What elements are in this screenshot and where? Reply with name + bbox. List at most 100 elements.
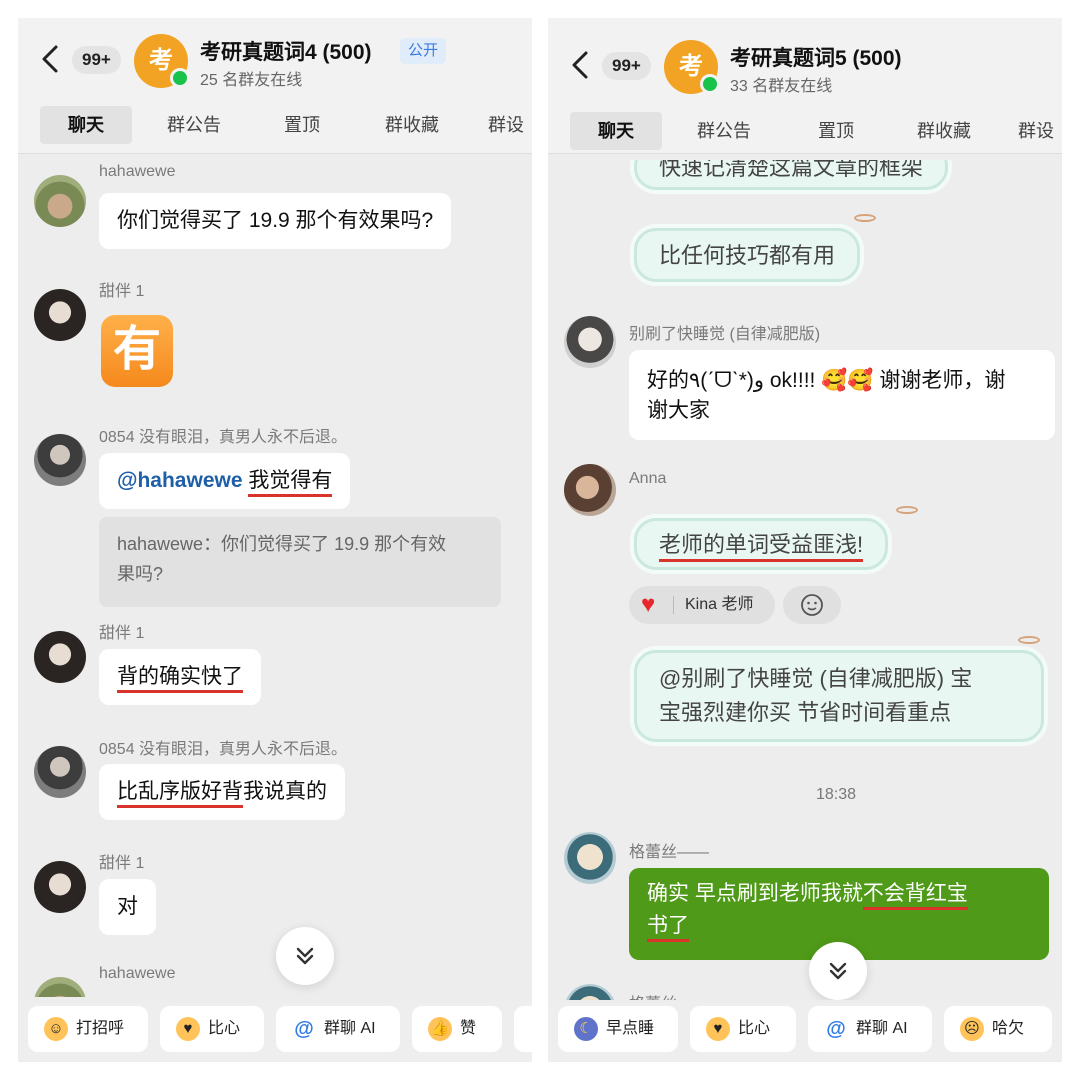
unread-badge[interactable]: 99+	[72, 46, 121, 74]
quick-reply-chip[interactable]: ♥ 比心	[160, 1006, 264, 1052]
chat-window-right: 99+ 考 考研真题词5 (500) 33 名群友在线 聊天 群公告 置顶 群收…	[548, 18, 1062, 1062]
thumbs-up-icon: 👍	[428, 1017, 452, 1041]
tab-settings[interactable]: 群设	[488, 106, 532, 144]
tab-bar: 聊天 群公告 置顶 群收藏 群设	[548, 108, 1062, 152]
tab-chat[interactable]: 聊天	[570, 112, 662, 150]
heart-hands-icon: ♥	[706, 1017, 730, 1041]
sender-name: 别刷了快睡觉 (自律减肥版)	[629, 326, 821, 343]
quick-reply-chip[interactable]: 👍 赞	[412, 1006, 502, 1052]
online-count: 33 名群友在线	[730, 78, 833, 95]
message-bubble[interactable]: 好的٩(ˊᗜˋ*)و ok!!!! 🥰🥰 谢谢老师，谢 谢大家	[629, 350, 1055, 440]
emoji-add-icon	[801, 594, 823, 616]
avatar[interactable]	[34, 175, 86, 227]
message-text: 好的٩(ˊᗜˋ*)و ok!!!! 🥰🥰 谢谢老师，谢	[647, 369, 1006, 392]
sender-name: 甜伴 1	[99, 283, 145, 300]
tab-pinned[interactable]: 置顶	[808, 112, 864, 150]
chip-label: 哈欠	[992, 1020, 1025, 1037]
sender-name: 格蕾丝——	[629, 844, 710, 861]
online-status-icon	[170, 68, 190, 88]
back-arrow-icon[interactable]	[568, 50, 592, 80]
scroll-down-icon	[829, 962, 847, 980]
sender-name: 甜伴 1	[99, 625, 145, 642]
chip-label: 比心	[738, 1020, 771, 1037]
group-title[interactable]: 考研真题词4 (500)	[200, 36, 372, 66]
unread-badge[interactable]: 99+	[602, 52, 651, 80]
avatar[interactable]	[34, 861, 86, 913]
avatar[interactable]	[34, 977, 86, 997]
wave-icon: ☺	[44, 1017, 68, 1041]
avatar[interactable]	[34, 289, 86, 341]
tab-bar: 聊天 群公告 置顶 群收藏 群设	[18, 102, 532, 146]
quick-reply-chip[interactable]: @ 群聊 AI	[808, 1006, 932, 1052]
add-reaction-button[interactable]	[783, 586, 841, 624]
tab-favorites[interactable]: 群收藏	[908, 112, 980, 150]
sender-name: hahawewe	[99, 965, 176, 982]
message-text: @别刷了快睡觉 (自律减肥版) 宝	[659, 666, 973, 691]
message-bubble[interactable]: 对	[99, 879, 156, 935]
decorated-message-bubble[interactable]: @别刷了快睡觉 (自律减肥版) 宝 宝强烈建你买 节省时间看重点	[634, 650, 1044, 742]
group-title[interactable]: 考研真题词5 (500)	[730, 42, 902, 72]
sender-name: 甜伴 1	[99, 855, 145, 872]
quick-reply-chip[interactable]: ☾ 早点睡	[558, 1006, 678, 1052]
sender-name: hahawewe	[99, 163, 176, 180]
chat-window-left: 99+ 考 考研真题词4 (500) 公开 25 名群友在线 聊天 群公告 置顶…	[18, 18, 532, 1062]
chat-header: 99+ 考 考研真题词4 (500) 公开 25 名群友在线 聊天 群公告 置顶…	[18, 18, 532, 154]
avatar[interactable]	[34, 746, 86, 798]
decorated-message-bubble[interactable]: 老师的单词受益匪浅!	[634, 518, 889, 570]
reaction-chip[interactable]: ♥ Kina 老师	[629, 586, 775, 624]
at-icon: @	[294, 1018, 314, 1040]
heart-icon: ♥	[641, 591, 656, 618]
decorated-message-bubble[interactable]: 比任何技巧都有用	[634, 228, 861, 282]
quick-reply-chip[interactable]: ☹ 哈欠	[944, 1006, 1052, 1052]
scroll-down-button[interactable]	[276, 927, 334, 985]
message-list[interactable]: hahawewe 你们觉得买了 19.9 那个有效果吗? 甜伴 1 有 0854…	[18, 155, 532, 997]
chip-label: 比心	[208, 1020, 241, 1037]
decorated-message-bubble[interactable]: 快速记清楚这篇文章的框架	[634, 160, 949, 190]
message-text: 确实 早点刷到老师我就	[647, 882, 863, 905]
message-bubble[interactable]: 你们觉得买了 19.9 那个有效果吗?	[99, 193, 452, 249]
message-text: 我说真的	[243, 780, 327, 803]
public-tag: 公开	[400, 38, 447, 64]
halo-icon	[854, 214, 876, 222]
quick-reply-chip[interactable]: ♥ 比心	[690, 1006, 796, 1052]
avatar[interactable]	[564, 832, 616, 884]
scroll-down-icon	[296, 947, 314, 965]
message-bubble[interactable]: 背的确实快了	[99, 649, 261, 705]
tab-pinned[interactable]: 置顶	[274, 106, 330, 144]
scroll-down-button[interactable]	[809, 942, 867, 1000]
tab-announcement[interactable]: 群公告	[688, 112, 760, 150]
avatar[interactable]	[564, 984, 616, 1000]
reaction-label: Kina 老师	[685, 596, 754, 613]
tab-favorites[interactable]: 群收藏	[376, 106, 448, 144]
message-list[interactable]: 快速记清楚这篇文章的框架 比任何技巧都有用 别刷了快睡觉 (自律减肥版) 好的٩…	[548, 160, 1062, 1000]
tab-chat[interactable]: 聊天	[40, 106, 132, 144]
message-bubble[interactable]: 比乱序版好背我说真的	[99, 764, 345, 820]
message-text: 老师的单词受益匪浅!	[659, 532, 864, 562]
quick-reply-chip[interactable]: ☺ 打招呼	[28, 1006, 148, 1052]
tab-settings[interactable]: 群设	[1018, 112, 1062, 150]
message-bubble[interactable]: @hahawewe 我觉得有	[99, 453, 351, 509]
quick-reply-bar: ☾ 早点睡 ♥ 比心 @ 群聊 AI ☹ 哈欠	[548, 1002, 1062, 1062]
chip-label: 赞	[460, 1020, 477, 1037]
yawn-icon: ☹	[960, 1017, 984, 1041]
avatar[interactable]	[564, 316, 616, 368]
tab-announcement[interactable]: 群公告	[158, 106, 230, 144]
halo-icon	[896, 506, 918, 514]
avatar[interactable]	[34, 434, 86, 486]
online-count: 25 名群友在线	[200, 72, 303, 89]
at-icon: @	[826, 1018, 846, 1040]
quick-reply-chip-partial[interactable]	[514, 1006, 532, 1052]
message-text: 我觉得有	[248, 469, 333, 497]
sender-name: 格蕾丝——	[629, 990, 709, 1000]
message-text: 背的确实快了	[117, 665, 243, 693]
quoted-reply[interactable]: hahawewe：你们觉得买了 19.9 那个有效 果吗?	[99, 517, 501, 607]
back-arrow-icon[interactable]	[38, 44, 62, 74]
chip-label: 早点睡	[606, 1020, 655, 1037]
mention-link[interactable]: @hahawewe	[117, 469, 243, 492]
sender-name: 0854 没有眼泪，真男人永不后退。	[99, 429, 348, 446]
quick-reply-chip[interactable]: @ 群聊 AI	[276, 1006, 400, 1052]
emoji-sticker[interactable]: 有	[101, 315, 173, 387]
halo-icon	[1018, 636, 1040, 644]
avatar[interactable]	[34, 631, 86, 683]
avatar[interactable]	[564, 464, 616, 516]
